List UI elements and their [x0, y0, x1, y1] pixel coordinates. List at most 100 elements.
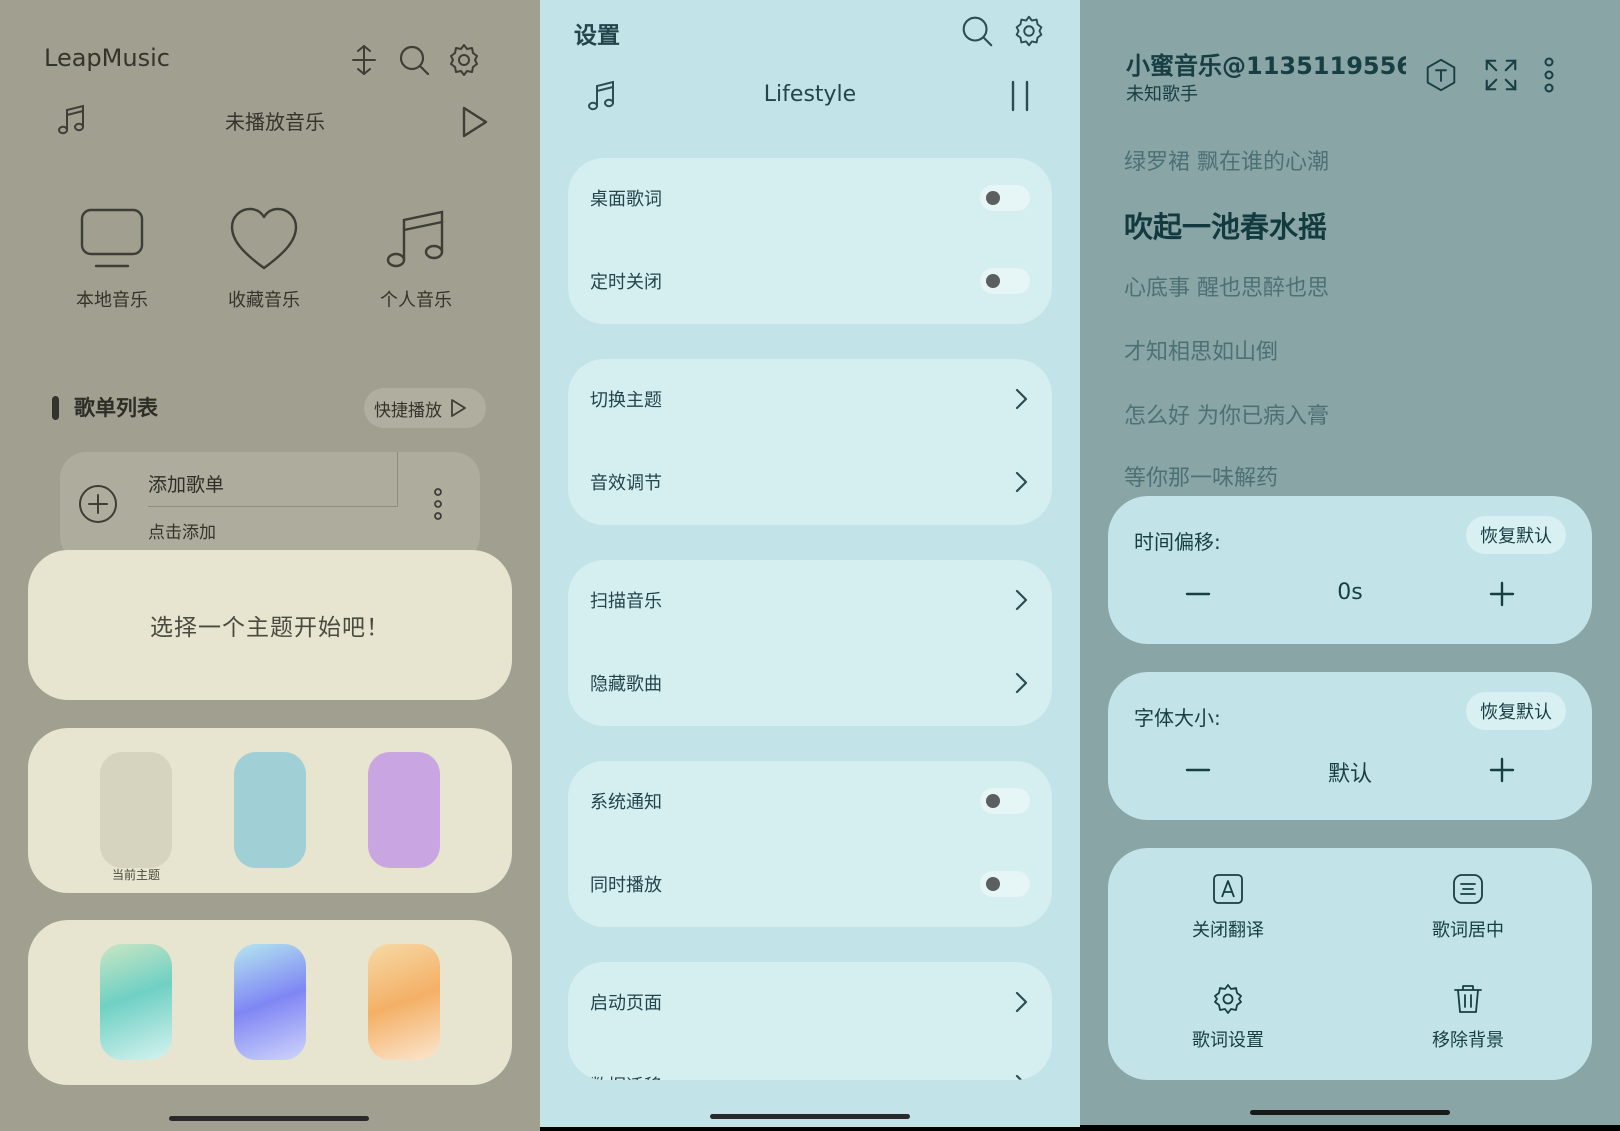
action-label: 移除背景 [1432, 1030, 1504, 1051]
current-lyric-line[interactable]: 吹起一池春水摇 [1124, 204, 1327, 246]
lyrics-font-icon[interactable] [1422, 56, 1460, 94]
translate-icon [1211, 872, 1245, 906]
music-note-icon [376, 200, 456, 280]
chevron-right-icon [1012, 989, 1030, 1015]
toggle-switch[interactable] [980, 268, 1030, 294]
theme-swatch-mint-gradient[interactable] [100, 944, 172, 1060]
chevron-right-icon [1012, 587, 1030, 613]
lyric-line[interactable]: 怎么好 为你已病入膏 [1124, 398, 1329, 430]
fullscreen-icon[interactable] [1482, 56, 1520, 94]
settings-row[interactable]: 数据迁移 [590, 1065, 1030, 1080]
app-title: LeapMusic [44, 44, 170, 72]
quick-access-label: 个人音乐 [380, 290, 452, 311]
align-center-icon [1451, 872, 1485, 906]
quick-play-label: 快捷播放 [374, 400, 442, 421]
lyrics-screen: 小蜜音乐@1135119556... 未知歌手 绿罗裙 飘在谁的心潮吹起一池春水… [1080, 0, 1620, 1131]
quick-access-label: 本地音乐 [76, 290, 148, 311]
settings-row[interactable]: 扫描音乐 [590, 580, 1030, 620]
settings-group: 系统通知 同时播放 [568, 761, 1052, 927]
time-offset-panel: 时间偏移: 恢复默认 0s [1108, 496, 1592, 644]
theme-swatch-purple[interactable] [368, 752, 440, 868]
add-circle-icon[interactable] [78, 484, 118, 524]
time-offset-label: 时间偏移: [1134, 530, 1221, 554]
settings-row[interactable]: 启动页面 [590, 982, 1030, 1022]
home-indicator [710, 1114, 910, 1119]
settings-row[interactable]: 音效调节 [590, 462, 1030, 502]
settings-row[interactable]: 隐藏歌曲 [590, 663, 1030, 703]
more-vertical-icon[interactable] [1540, 56, 1558, 94]
section-accent [52, 396, 59, 420]
settings-row-label: 隐藏歌曲 [590, 674, 662, 695]
theme-swatch-orange-gradient[interactable] [368, 944, 440, 1060]
settings-row-label: 音效调节 [590, 473, 662, 494]
center-lyrics-button[interactable]: 歌词居中 [1398, 872, 1538, 942]
pause-icon[interactable] [1008, 78, 1032, 114]
lyric-line[interactable]: 等你那一味解药 [1124, 460, 1278, 492]
lyrics-actions-card: 关闭翻译 歌词居中 歌词设置 移除背景 [1108, 848, 1592, 1080]
theme-swatch-teal[interactable] [234, 752, 306, 868]
lyrics-settings-button[interactable]: 歌词设置 [1158, 982, 1298, 1052]
minus-icon[interactable] [1184, 756, 1212, 784]
search-icon[interactable] [958, 12, 996, 50]
remove-background-button[interactable]: 移除背景 [1398, 982, 1538, 1052]
theme-swatch-current[interactable]: 当前主题 [100, 752, 172, 882]
font-size-value: 默认 [1327, 762, 1372, 787]
page-title: 设置 [574, 23, 620, 49]
playlist-card[interactable] [60, 452, 480, 562]
settings-row[interactable]: 同时播放 [590, 864, 1030, 904]
artist-name: 未知歌手 [1126, 84, 1198, 105]
chevron-right-icon [1012, 670, 1030, 696]
toggle-switch[interactable] [980, 871, 1030, 897]
search-icon[interactable] [394, 40, 434, 80]
music-note-icon [582, 76, 622, 116]
settings-group: 启动页面数据迁移 [568, 962, 1052, 1080]
font-size-panel: 字体大小: 恢复默认 默认 [1108, 672, 1592, 820]
quick-access-favorites[interactable]: 收藏音乐 [194, 200, 334, 312]
quick-access-personal-music[interactable]: 个人音乐 [346, 200, 486, 312]
playlist-subtitle: 点击添加 [148, 523, 216, 543]
play-icon[interactable] [456, 102, 492, 142]
current-theme-caption: 当前主题 [111, 868, 160, 882]
chevron-right-icon [1012, 469, 1030, 495]
reset-time-offset-button[interactable]: 恢复默认 [1466, 516, 1566, 554]
trash-icon [1451, 982, 1485, 1016]
settings-row-label: 扫描音乐 [590, 591, 662, 612]
play-icon [451, 399, 466, 417]
divider [148, 506, 398, 507]
quick-access-local-music[interactable]: 本地音乐 [42, 200, 182, 312]
settings-row[interactable]: 切换主题 [590, 379, 1030, 419]
settings-row-label: 启动页面 [590, 993, 662, 1014]
plus-icon[interactable] [1488, 580, 1516, 608]
plus-icon[interactable] [1488, 756, 1516, 784]
settings-row-label: 同时播放 [590, 875, 662, 896]
shuffle-sort-icon[interactable] [344, 40, 384, 80]
settings-row-label: 切换主题 [590, 390, 662, 411]
home-indicator [1250, 1110, 1450, 1115]
quick-play-button[interactable]: 快捷播放 [364, 388, 486, 428]
now-playing-title: Lifestyle [763, 82, 857, 107]
theme-swatch-card: 当前主题 [28, 728, 512, 893]
lyric-line[interactable]: 心底事 醒也思醉也思 [1124, 270, 1329, 302]
toggle-switch[interactable] [980, 185, 1030, 211]
screen-edge [1080, 1125, 1620, 1131]
toggle-translation-button[interactable]: 关闭翻译 [1158, 872, 1298, 942]
settings-row-label: 桌面歌词 [590, 189, 662, 210]
minus-icon[interactable] [1184, 580, 1212, 608]
toggle-switch[interactable] [980, 788, 1030, 814]
lyric-line[interactable]: 绿罗裙 飘在谁的心潮 [1124, 144, 1329, 176]
action-label: 歌词居中 [1432, 920, 1504, 941]
settings-row[interactable]: 桌面歌词 [590, 178, 1030, 218]
time-offset-value: 0s [1337, 580, 1363, 605]
chevron-right-icon [1012, 386, 1030, 412]
reset-font-size-button[interactable]: 恢复默认 [1466, 692, 1566, 730]
settings-row[interactable]: 定时关闭 [590, 261, 1030, 301]
quick-access-label: 收藏音乐 [228, 290, 300, 311]
settings-row[interactable]: 系统通知 [590, 781, 1030, 821]
gear-icon[interactable] [444, 40, 484, 80]
gear-icon[interactable] [1010, 12, 1048, 50]
settings-row-label: 数据迁移 [590, 1072, 662, 1080]
lyric-line[interactable]: 才知相思如山倒 [1124, 334, 1278, 366]
library-screen: LeapMusic 未播放音乐 本地音乐 收藏音乐 个人音乐 歌单列表 快捷播放… [0, 0, 540, 1131]
theme-swatch-blue-gradient[interactable] [234, 944, 306, 1060]
more-vertical-icon[interactable] [430, 486, 446, 522]
